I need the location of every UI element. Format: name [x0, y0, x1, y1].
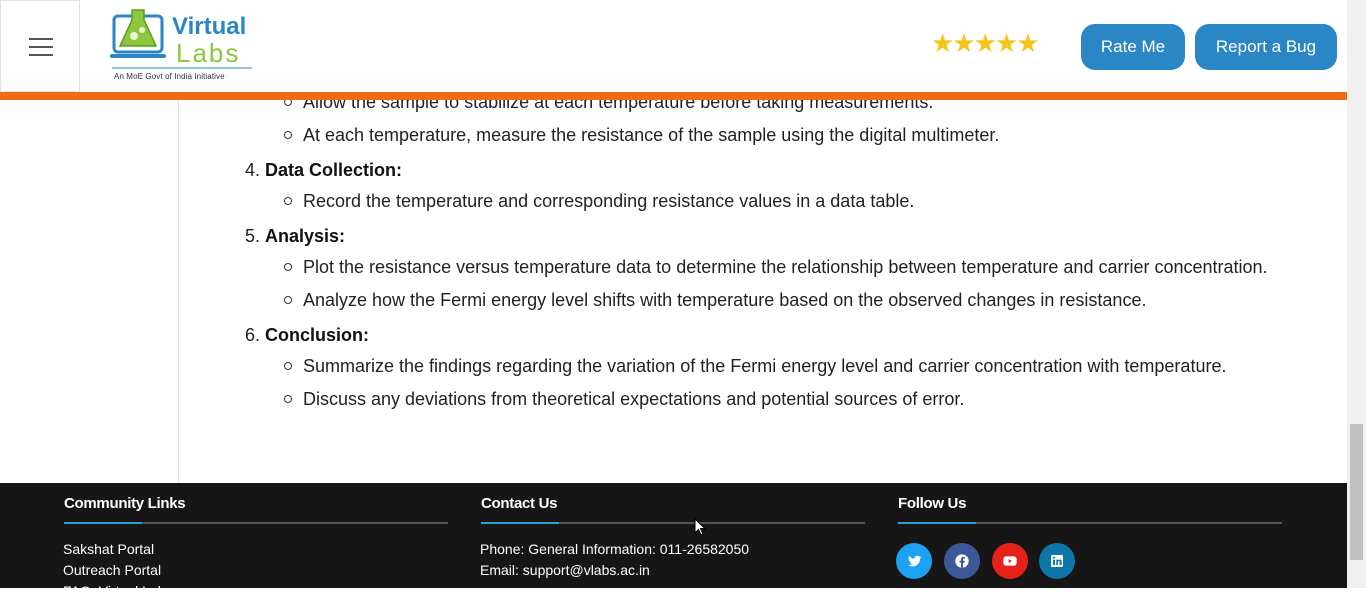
list-item: Plot the resistance versus temperature d…	[245, 253, 1299, 282]
footer-link-outreach[interactable]: Outreach Portal	[63, 562, 161, 578]
section-title: Analysis:	[265, 226, 346, 246]
bullet-icon	[284, 263, 292, 271]
bullet-icon	[284, 131, 292, 139]
site-header: Virtual Labs An MoE Govt of India Initia…	[0, 0, 1347, 93]
youtube-icon[interactable]	[992, 543, 1028, 579]
bullet-icon	[284, 395, 292, 403]
header-accent-bar	[0, 92, 1347, 100]
scrollbar-thumb[interactable]	[1350, 424, 1363, 560]
section-analysis: 5. Analysis: Plot the resistance versus t…	[245, 220, 1299, 315]
logo-tagline: An MoE Govt of India Initiative	[114, 72, 225, 81]
contact-phone: Phone: General Information: 011-26582050	[480, 541, 750, 557]
section-title: Data Collection:	[265, 160, 403, 180]
rating-stars[interactable]: ★★★★★	[931, 31, 1040, 57]
divider	[481, 522, 865, 524]
footer-link-sakshat[interactable]: Sakshat Portal	[63, 541, 154, 557]
flask-monitor-icon: Virtual Labs	[110, 9, 252, 69]
menu-bar	[29, 46, 53, 48]
list-item: Record the temperature and corresponding…	[245, 187, 1299, 216]
section-conclusion: 6. Conclusion: Summarize the findings reg…	[245, 319, 1299, 414]
divider	[898, 522, 1282, 524]
bullet-icon	[284, 296, 292, 304]
sidebar-divider	[178, 100, 179, 483]
follow-title: Follow Us	[898, 495, 967, 512]
hamburger-menu-button[interactable]	[0, 0, 80, 92]
community-links-title: Community Links	[64, 495, 186, 512]
svg-text:Virtual: Virtual	[172, 13, 246, 40]
twitter-icon[interactable]	[896, 543, 932, 579]
menu-bar	[29, 38, 53, 40]
contact-title: Contact Us	[481, 495, 558, 512]
contact-email[interactable]: Email: support@vlabs.ac.in	[480, 562, 650, 578]
list-item: Summarize the findings regarding the var…	[245, 352, 1299, 381]
divider	[64, 522, 448, 524]
list-item: At each temperature, measure the resista…	[245, 121, 1299, 150]
site-footer: Community Links Sakshat Portal Outreach …	[0, 483, 1347, 599]
linkedin-icon[interactable]	[1039, 543, 1075, 579]
list-item: Analyze how the Fermi energy level shift…	[245, 286, 1299, 315]
bullet-icon	[284, 362, 292, 370]
menu-bar	[29, 54, 53, 56]
page-scrollbar[interactable]	[1347, 0, 1366, 588]
footer-link-faq[interactable]: FAQ: Virtual Labs	[63, 583, 172, 599]
mouse-cursor-icon	[694, 518, 706, 536]
facebook-icon[interactable]	[944, 543, 980, 579]
list-item: Discuss any deviations from theoretical …	[245, 385, 1299, 414]
section-data-collection: 4. Data Collection: Record the temperatur…	[245, 154, 1299, 216]
bullet-icon	[284, 197, 292, 205]
section-title: Conclusion:	[265, 325, 369, 345]
svg-text:Labs: Labs	[176, 38, 240, 68]
report-bug-button[interactable]: Report a Bug	[1195, 24, 1337, 70]
rate-me-button[interactable]: Rate Me	[1081, 24, 1185, 70]
procedure-list: Allow the sample to stabilize at each te…	[245, 88, 1299, 418]
